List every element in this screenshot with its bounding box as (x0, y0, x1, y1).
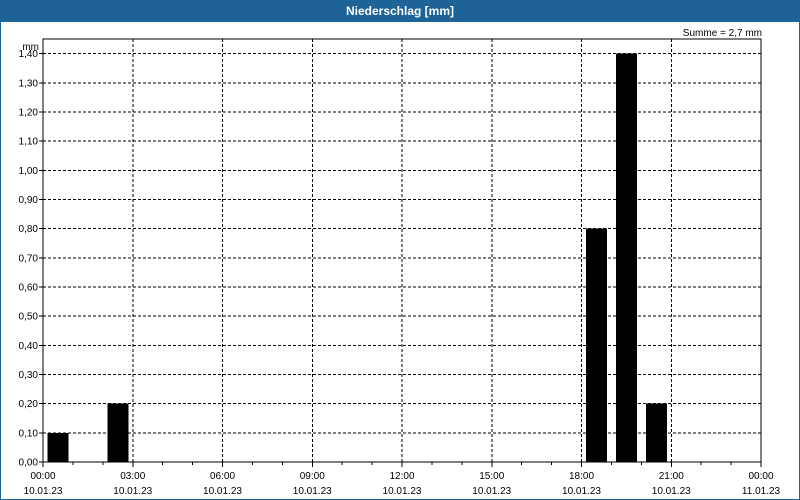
sum-label: Summe = 2,7 mm (683, 28, 762, 39)
y-tick-label: 1,20 (19, 107, 39, 118)
y-tick-label: 0,20 (19, 399, 39, 410)
bar (615, 53, 637, 462)
y-tick-label: 0,50 (19, 312, 39, 323)
x-tick-time: 18:00 (569, 471, 594, 482)
x-tick-time: 00:00 (748, 471, 773, 482)
y-tick-label: 0,40 (19, 341, 39, 352)
x-tick-date: 10.01.23 (293, 486, 332, 497)
bar (645, 403, 667, 462)
y-tick-label: 1,10 (19, 137, 39, 148)
x-tick-date: 10.01.23 (113, 486, 152, 497)
x-tick-time: 06:00 (210, 471, 235, 482)
precipitation-chart: 0,00 0,10 0,20 0,30 0,40 0,50 0,60 0,70 0,80 0,90… (19, 28, 781, 497)
x-tick-date: 11.01.23 (742, 486, 781, 497)
chart-title: Niederschlag [mm] (1, 1, 799, 22)
x-tick-date: 10.01.23 (562, 486, 601, 497)
x-tick-time: 15:00 (479, 471, 504, 482)
y-tick-label: 1,00 (19, 166, 39, 177)
x-tick-time: 00:00 (30, 471, 55, 482)
y-tick-label: 0,60 (19, 282, 39, 293)
x-tick-date: 10.01.23 (383, 486, 422, 497)
x-tick-date: 10.01.23 (652, 486, 691, 497)
y-tick-label: 0,30 (19, 370, 39, 381)
x-tick-date: 10.01.23 (203, 486, 242, 497)
y-tick-label: 0,00 (19, 458, 39, 469)
y-tick-label: 0,10 (19, 428, 39, 439)
x-tick-time: 03:00 (120, 471, 145, 482)
y-tick-label: 0,90 (19, 195, 39, 206)
bar (107, 403, 129, 462)
chart-window: Niederschlag [mm] 0,00 0,10 0,20 0,30 0,40 0,… (0, 0, 800, 500)
x-tick-time: 09:00 (300, 471, 325, 482)
x-tick-date: 10.01.23 (472, 486, 511, 497)
x-tick-time: 12:00 (389, 471, 414, 482)
x-tick-date: 10.01.23 (24, 486, 63, 497)
y-unit-label: mm (22, 42, 39, 53)
y-tick-label: 1,30 (19, 78, 39, 89)
grid (43, 39, 761, 462)
y-tick-label: 0,70 (19, 253, 39, 264)
y-tick-label: 0,80 (19, 224, 39, 235)
bar (47, 432, 69, 462)
x-tick-time: 21:00 (659, 471, 684, 482)
bar (585, 228, 607, 462)
